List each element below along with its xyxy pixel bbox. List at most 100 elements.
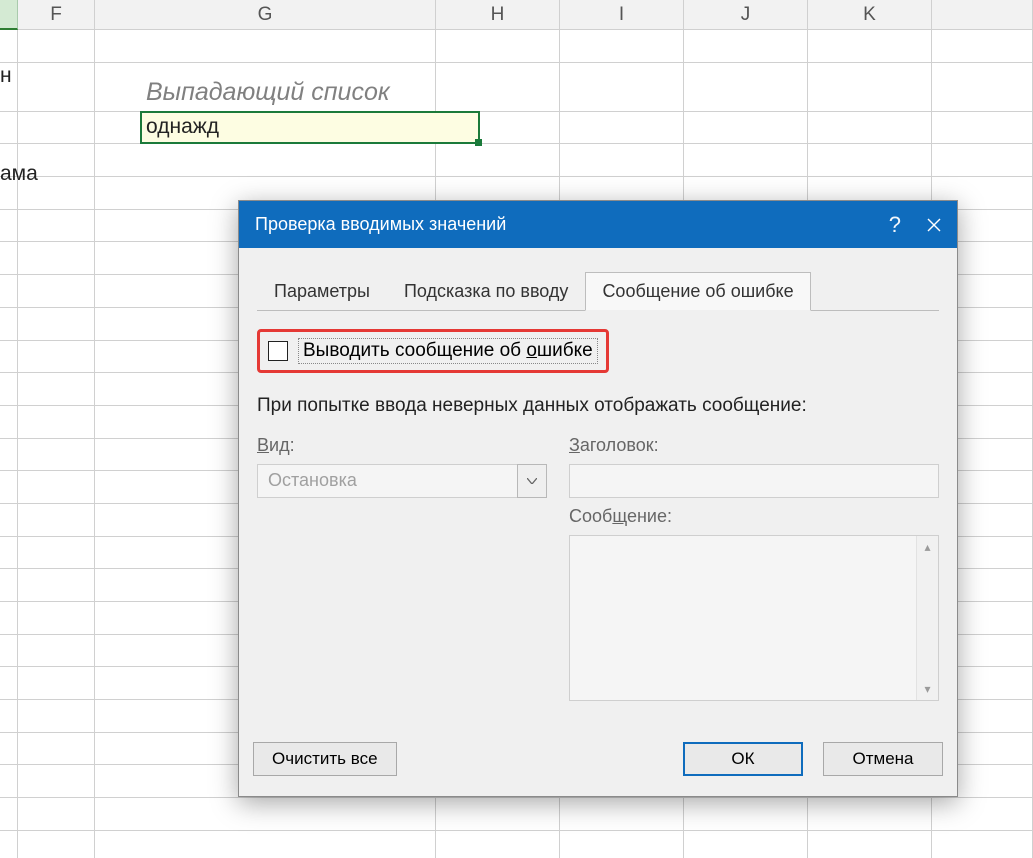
grid-cell[interactable]: [0, 439, 18, 472]
grid-cell[interactable]: [808, 30, 932, 63]
grid-cell[interactable]: [18, 602, 95, 635]
grid-cell[interactable]: [808, 63, 932, 112]
grid-cell[interactable]: [18, 831, 95, 858]
grid-cell[interactable]: [0, 341, 18, 374]
column-header-g[interactable]: G: [95, 0, 436, 30]
grid-cell[interactable]: [0, 308, 18, 341]
grid-cell[interactable]: [560, 63, 684, 112]
grid-cell[interactable]: [18, 733, 95, 766]
column-header-l-partial[interactable]: [932, 0, 1033, 30]
grid-cell[interactable]: [932, 798, 1033, 831]
textarea-scrollbar: ▴ ▾: [916, 536, 938, 700]
grid-cell[interactable]: [436, 831, 560, 858]
grid-cell[interactable]: [684, 63, 808, 112]
grid-cell[interactable]: [18, 210, 95, 243]
column-header-f[interactable]: F: [18, 0, 95, 30]
grid-cell[interactable]: [808, 831, 932, 858]
grid-cell[interactable]: [18, 798, 95, 831]
column-header-i[interactable]: I: [560, 0, 684, 30]
grid-cell[interactable]: [95, 831, 436, 858]
grid-cell[interactable]: [436, 30, 560, 63]
grid-cell[interactable]: [932, 144, 1033, 177]
grid-cell[interactable]: [436, 144, 560, 177]
grid-cell[interactable]: [0, 242, 18, 275]
grid-cell[interactable]: [436, 112, 560, 145]
grid-cell[interactable]: [0, 765, 18, 798]
grid-cell[interactable]: [18, 439, 95, 472]
grid-cell[interactable]: [18, 112, 95, 145]
grid-cell[interactable]: [0, 798, 18, 831]
grid-cell[interactable]: [18, 700, 95, 733]
grid-cell[interactable]: [932, 63, 1033, 112]
tab-input-message[interactable]: Подсказка по вводу: [387, 272, 585, 311]
grid-cell[interactable]: [932, 112, 1033, 145]
grid-cell[interactable]: [0, 504, 18, 537]
grid-cell[interactable]: [436, 798, 560, 831]
tab-error-alert[interactable]: Сообщение об ошибке: [585, 272, 810, 311]
grid-cell[interactable]: [0, 373, 18, 406]
show-error-checkbox[interactable]: [268, 341, 288, 361]
grid-cell[interactable]: [0, 831, 18, 858]
column-header-h[interactable]: H: [436, 0, 560, 30]
grid-cell[interactable]: [18, 471, 95, 504]
grid-cell[interactable]: [932, 30, 1033, 63]
grid-cell[interactable]: [18, 504, 95, 537]
grid-cell[interactable]: [0, 733, 18, 766]
show-error-checkbox-label[interactable]: Выводить сообщение об ошибке: [298, 338, 598, 364]
grid-cell[interactable]: [436, 63, 560, 112]
cancel-button[interactable]: Отмена: [823, 742, 943, 776]
grid-cell[interactable]: [95, 112, 436, 145]
grid-cell[interactable]: [0, 700, 18, 733]
grid-cell[interactable]: [18, 635, 95, 668]
grid-cell[interactable]: [684, 798, 808, 831]
grid-cell[interactable]: [808, 144, 932, 177]
grid-cell[interactable]: [560, 144, 684, 177]
column-header-k[interactable]: K: [808, 0, 932, 30]
grid-cell[interactable]: [0, 667, 18, 700]
grid-cell[interactable]: [808, 798, 932, 831]
grid-cell[interactable]: [0, 275, 18, 308]
grid-cell[interactable]: [0, 635, 18, 668]
grid-cell[interactable]: [18, 63, 95, 112]
column-header-partial-e[interactable]: [0, 0, 18, 30]
grid-cell[interactable]: [560, 30, 684, 63]
grid-cell[interactable]: [95, 798, 436, 831]
grid-cell[interactable]: [684, 112, 808, 145]
grid-cell[interactable]: [0, 406, 18, 439]
grid-cell[interactable]: [0, 602, 18, 635]
help-button[interactable]: ?: [879, 212, 911, 238]
grid-cell[interactable]: [684, 144, 808, 177]
grid-cell[interactable]: [560, 112, 684, 145]
grid-cell[interactable]: [18, 341, 95, 374]
grid-cell[interactable]: [95, 144, 436, 177]
column-header-j[interactable]: J: [684, 0, 808, 30]
grid-cell[interactable]: [18, 667, 95, 700]
grid-cell[interactable]: [560, 831, 684, 858]
grid-cell[interactable]: [18, 537, 95, 570]
grid-cell[interactable]: [0, 112, 18, 145]
grid-cell[interactable]: [95, 30, 436, 63]
close-button[interactable]: [911, 201, 957, 248]
ok-button[interactable]: ОК: [683, 742, 803, 776]
dialog-titlebar[interactable]: Проверка вводимых значений ?: [239, 201, 957, 248]
grid-cell[interactable]: [18, 275, 95, 308]
grid-cell[interactable]: [18, 30, 95, 63]
grid-cell[interactable]: [560, 798, 684, 831]
tab-parameters[interactable]: Параметры: [257, 272, 387, 311]
grid-cell[interactable]: [0, 471, 18, 504]
grid-cell[interactable]: [0, 30, 18, 63]
grid-cell[interactable]: [932, 831, 1033, 858]
grid-cell[interactable]: [18, 373, 95, 406]
grid-cell[interactable]: [684, 30, 808, 63]
grid-cell[interactable]: [0, 210, 18, 243]
grid-cell[interactable]: [18, 569, 95, 602]
grid-cell[interactable]: [18, 406, 95, 439]
clear-all-button[interactable]: Очистить все: [253, 742, 397, 776]
grid-cell[interactable]: [684, 831, 808, 858]
grid-cell[interactable]: [18, 242, 95, 275]
grid-cell[interactable]: [808, 112, 932, 145]
grid-cell[interactable]: [0, 569, 18, 602]
grid-cell[interactable]: [18, 765, 95, 798]
grid-cell[interactable]: [18, 308, 95, 341]
grid-cell[interactable]: [0, 537, 18, 570]
